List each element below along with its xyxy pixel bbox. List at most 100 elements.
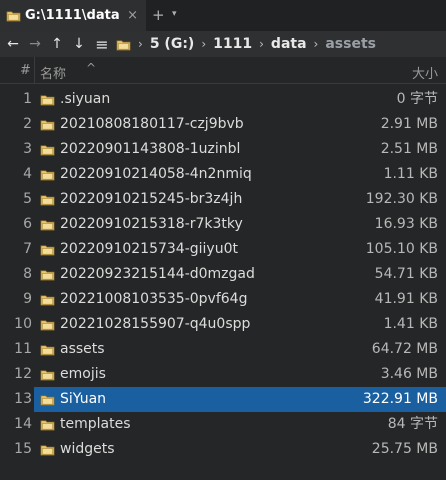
file-name: 20220910214058-4n2nmiq	[60, 166, 252, 182]
row-index: 10	[14, 316, 32, 332]
file-row[interactable]: 8 20220923215144-d0mzgad 54.71 KB	[0, 262, 446, 287]
file-name: widgets	[60, 441, 115, 457]
file-name: SiYuan	[60, 391, 107, 407]
file-size: 2.51 MB	[380, 141, 438, 157]
file-name: 20210808180117-czj9bvb	[60, 116, 244, 132]
folder-icon	[40, 317, 55, 332]
folder-icon	[40, 342, 55, 357]
file-size: 0 字节	[396, 91, 438, 107]
folder-icon	[40, 142, 55, 157]
menu-icon[interactable]: ≡	[90, 35, 114, 54]
folder-icon	[40, 167, 55, 182]
file-name: 20220901143808-1uzinbl	[60, 141, 241, 157]
file-name: 20220910215318-r7k3tky	[60, 216, 243, 232]
folder-icon	[40, 417, 55, 432]
tab-current-folder[interactable]: G:\1111\data ×	[0, 0, 146, 31]
folder-icon	[40, 392, 55, 407]
row-index: 11	[14, 341, 32, 357]
row-index: 6	[23, 216, 32, 232]
breadcrumb-separator: ›	[201, 37, 207, 51]
file-row[interactable]: 4 20220910214058-4n2nmiq 1.11 KB	[0, 162, 446, 187]
file-row[interactable]: 12 emojis 3.46 MB	[0, 362, 446, 387]
file-row[interactable]: 1 .siyuan 0 字节	[0, 87, 446, 112]
name-column-header[interactable]: 名称	[40, 63, 66, 82]
row-index: 3	[23, 141, 32, 157]
folder-icon	[40, 92, 55, 107]
file-row[interactable]: 10 20221028155907-q4u0spp 1.41 KB	[0, 312, 446, 337]
folder-icon	[40, 242, 55, 257]
new-tab-icon[interactable]: +	[152, 6, 165, 24]
folder-icon	[40, 267, 55, 282]
file-size: 322.91 MB	[362, 391, 438, 407]
row-index: 12	[14, 366, 32, 382]
sort-ascending-icon[interactable]: ^	[86, 61, 96, 75]
row-index: 7	[23, 241, 32, 257]
file-row[interactable]: 11 assets 64.72 MB	[0, 337, 446, 362]
row-index: 4	[23, 166, 32, 182]
up-arrow-icon[interactable]: ↑	[46, 36, 68, 52]
file-row[interactable]: 6 20220910215318-r7k3tky 16.93 KB	[0, 212, 446, 237]
breadcrumb-drive[interactable]: 5 (G:)	[150, 36, 195, 52]
row-index: 5	[23, 191, 32, 207]
breadcrumb-separator: ›	[259, 37, 264, 51]
file-name: 20221008103535-0pvf64g	[60, 291, 248, 307]
file-row[interactable]: 3 20220901143808-1uzinbl 2.51 MB	[0, 137, 446, 162]
down-arrow-icon[interactable]: ↓	[68, 36, 90, 52]
folder-icon	[40, 292, 55, 307]
file-size: 25.75 MB	[371, 441, 438, 457]
row-index: 9	[23, 291, 32, 307]
location-folder-icon	[116, 37, 131, 52]
file-row[interactable]: 14 templates 84 字节	[0, 412, 446, 437]
file-row[interactable]: 15 widgets 25.75 MB	[0, 437, 446, 462]
folder-icon	[40, 442, 55, 457]
row-index: 8	[23, 266, 32, 282]
file-size: 1.11 KB	[383, 166, 438, 182]
file-size: 54.71 KB	[374, 266, 438, 282]
file-row[interactable]: 2 20210808180117-czj9bvb 2.91 MB	[0, 112, 446, 137]
folder-icon	[40, 217, 55, 232]
file-size: 84 字节	[387, 416, 438, 432]
file-name: 20220923215144-d0mzgad	[60, 266, 255, 282]
file-size: 192.30 KB	[365, 191, 438, 207]
column-header: # 名称 ^ 大小	[0, 57, 446, 84]
tab-title: G:\1111\data	[25, 8, 120, 23]
folder-icon	[40, 117, 55, 132]
file-name: emojis	[60, 366, 106, 382]
breadcrumb-data[interactable]: data	[271, 36, 307, 52]
breadcrumb-separator: ›	[138, 37, 143, 51]
row-index: 14	[14, 416, 32, 432]
file-size: 2.91 MB	[380, 116, 438, 132]
folder-icon	[40, 192, 55, 207]
folder-icon	[6, 8, 21, 23]
forward-arrow-icon[interactable]: →	[24, 36, 46, 52]
file-size: 105.10 KB	[365, 241, 438, 257]
file-name: 20220910215245-br3z4jh	[60, 191, 243, 207]
file-name: 20221028155907-q4u0spp	[60, 316, 251, 332]
close-tab-icon[interactable]: ×	[127, 8, 138, 23]
breadcrumb-separator: ›	[313, 37, 319, 51]
size-column-header[interactable]: 大小	[412, 63, 438, 82]
tab-menu-icon[interactable]: ▾	[172, 9, 177, 19]
file-row[interactable]: 5 20220910215245-br3z4jh 192.30 KB	[0, 187, 446, 212]
tab-bar: G:\1111\data × + ▾	[0, 0, 446, 31]
file-size: 1.41 KB	[383, 316, 438, 332]
column-divider	[34, 57, 35, 84]
back-arrow-icon[interactable]: ←	[2, 36, 24, 52]
file-size: 64.72 MB	[371, 341, 438, 357]
row-index: 2	[23, 116, 32, 132]
row-index: 13	[14, 391, 32, 407]
file-row[interactable]: 7 20220910215734-giiyu0t 105.10 KB	[0, 237, 446, 262]
file-size: 16.93 KB	[374, 216, 438, 232]
breadcrumb-assets[interactable]: assets	[325, 36, 376, 52]
file-name: .siyuan	[60, 91, 111, 107]
row-index: 1	[23, 91, 32, 107]
folder-icon	[40, 367, 55, 382]
row-index: 15	[14, 441, 32, 457]
file-row[interactable]: 9 20221008103535-0pvf64g 41.91 KB	[0, 287, 446, 312]
index-column-header: #	[20, 63, 31, 78]
file-size: 3.46 MB	[380, 366, 438, 382]
breadcrumb-1111[interactable]: 1111	[213, 36, 252, 52]
file-name: assets	[60, 341, 105, 357]
file-name: templates	[60, 416, 131, 432]
file-row[interactable]: 13 SiYuan 322.91 MB	[0, 387, 446, 412]
